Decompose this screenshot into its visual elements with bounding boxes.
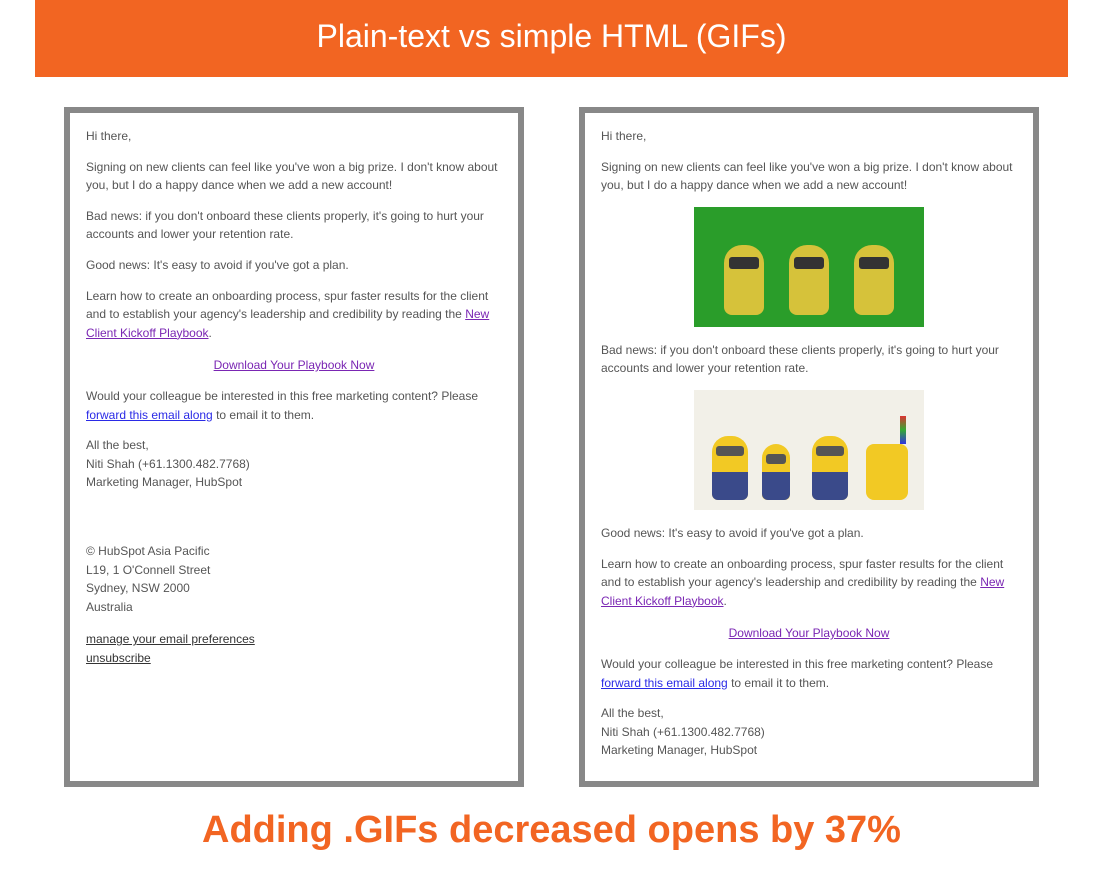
minion-icon	[789, 245, 829, 315]
minion-icon	[762, 444, 790, 500]
learn-text: Learn how to create an onboarding proces…	[601, 557, 1003, 590]
forward-post: to email it to them.	[213, 408, 314, 422]
sig-line-2: Niti Shah (+61.1300.482.7768)	[86, 455, 502, 474]
forward-link[interactable]: forward this email along	[601, 676, 728, 690]
download-row: Download Your Playbook Now	[86, 356, 502, 375]
signature-block: All the best, Niti Shah (+61.1300.482.77…	[86, 436, 502, 492]
minion-icon	[724, 245, 764, 315]
foot-line-4: Australia	[86, 598, 502, 617]
greeting: Hi there,	[601, 127, 1017, 146]
forward-paragraph: Would your colleague be interested in th…	[601, 655, 1017, 692]
sig-line-1: All the best,	[86, 436, 502, 455]
learn-paragraph: Learn how to create an onboarding proces…	[601, 555, 1017, 611]
footer-links: manage your email preferences unsubscrib…	[86, 630, 502, 667]
learn-post: .	[209, 326, 212, 340]
gif-image-1	[694, 207, 924, 327]
minion-icon	[812, 436, 848, 500]
learn-text: Learn how to create an onboarding proces…	[86, 289, 488, 322]
intro-paragraph: Signing on new clients can feel like you…	[86, 158, 502, 195]
download-link[interactable]: Download Your Playbook Now	[729, 626, 890, 640]
sig-line-1: All the best,	[601, 704, 1017, 723]
greeting: Hi there,	[86, 127, 502, 146]
forward-pre: Would your colleague be interested in th…	[601, 657, 993, 671]
html-gif-email: Hi there, Signing on new clients can fee…	[579, 107, 1039, 787]
minion-icon	[712, 436, 748, 500]
foot-line-3: Sydney, NSW 2000	[86, 579, 502, 598]
gif-image-2	[694, 390, 924, 510]
bad-news-paragraph: Bad news: if you don't onboard these cli…	[601, 341, 1017, 378]
forward-paragraph: Would your colleague be interested in th…	[86, 387, 502, 424]
footer-address: © HubSpot Asia Pacific L19, 1 O'Connell …	[86, 542, 502, 616]
result-caption: Adding .GIFs decreased opens by 37%	[0, 809, 1103, 872]
comparison-columns: Hi there, Signing on new clients can fee…	[0, 107, 1103, 787]
unsubscribe-link[interactable]: unsubscribe	[86, 649, 502, 668]
minion-icon	[854, 245, 894, 315]
learn-paragraph: Learn how to create an onboarding proces…	[86, 287, 502, 343]
sig-line-3: Marketing Manager, HubSpot	[601, 741, 1017, 760]
forward-link[interactable]: forward this email along	[86, 408, 213, 422]
bad-news-paragraph: Bad news: if you don't onboard these cli…	[86, 207, 502, 244]
foot-line-2: L19, 1 O'Connell Street	[86, 561, 502, 580]
download-link[interactable]: Download Your Playbook Now	[214, 358, 375, 372]
good-news-paragraph: Good news: It's easy to avoid if you've …	[601, 524, 1017, 543]
sig-line-3: Marketing Manager, HubSpot	[86, 473, 502, 492]
manage-preferences-link[interactable]: manage your email preferences	[86, 630, 502, 649]
intro-paragraph: Signing on new clients can feel like you…	[601, 158, 1017, 195]
title-banner: Plain-text vs simple HTML (GIFs)	[35, 0, 1068, 77]
download-row: Download Your Playbook Now	[601, 624, 1017, 643]
forward-post: to email it to them.	[728, 676, 829, 690]
foot-line-1: © HubSpot Asia Pacific	[86, 542, 502, 561]
sig-line-2: Niti Shah (+61.1300.482.7768)	[601, 723, 1017, 742]
learn-post: .	[724, 594, 727, 608]
good-news-paragraph: Good news: It's easy to avoid if you've …	[86, 256, 502, 275]
signature-block: All the best, Niti Shah (+61.1300.482.77…	[601, 704, 1017, 760]
plain-text-email: Hi there, Signing on new clients can fee…	[64, 107, 524, 787]
forward-pre: Would your colleague be interested in th…	[86, 389, 478, 403]
minion-icon	[866, 444, 908, 500]
